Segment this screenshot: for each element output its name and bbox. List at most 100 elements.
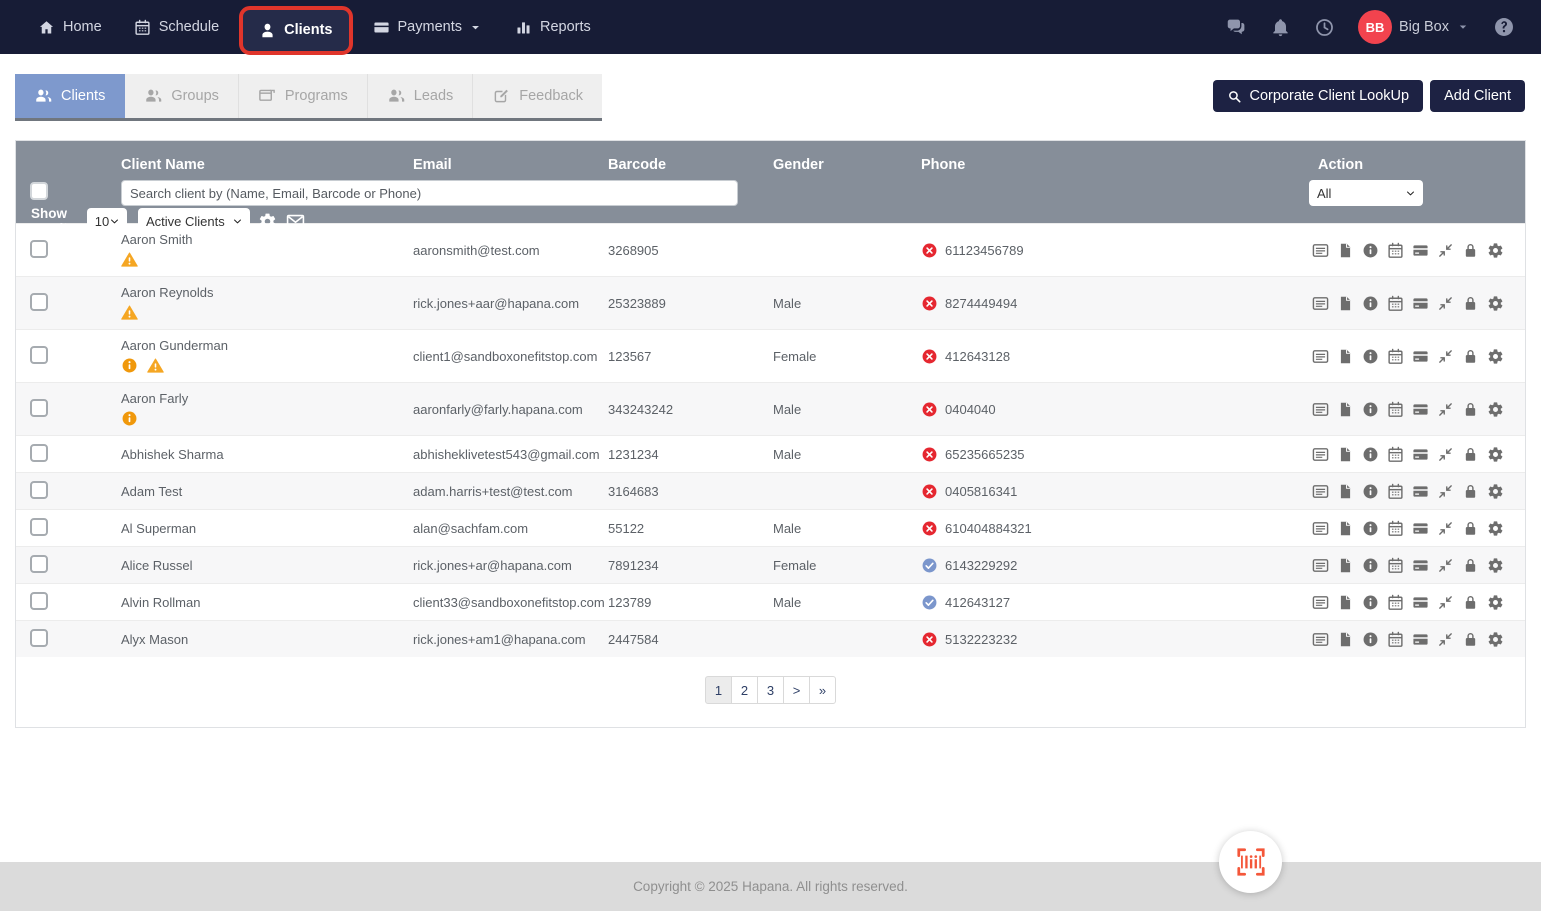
- barcode-scan-button[interactable]: [1219, 831, 1282, 893]
- row-checkbox[interactable]: [30, 629, 48, 647]
- info-icon[interactable]: [121, 357, 138, 374]
- merge-client-button[interactable]: [1437, 631, 1454, 648]
- lock-account-button[interactable]: [1462, 594, 1479, 611]
- client-info-button[interactable]: [1362, 631, 1379, 648]
- documents-button[interactable]: [1337, 295, 1354, 312]
- merge-client-button[interactable]: [1437, 242, 1454, 259]
- row-checkbox[interactable]: [30, 444, 48, 462]
- client-card-button[interactable]: [1312, 446, 1329, 463]
- schedule-button[interactable]: [1387, 446, 1404, 463]
- nav-item-payments[interactable]: Payments: [361, 11, 495, 44]
- avatar[interactable]: BB: [1358, 10, 1392, 44]
- warning-icon[interactable]: [121, 304, 138, 321]
- client-name[interactable]: Alvin Rollman: [121, 595, 413, 610]
- documents-button[interactable]: [1337, 557, 1354, 574]
- client-name[interactable]: Alice Russel: [121, 558, 413, 573]
- messages-icon[interactable]: [1226, 17, 1247, 38]
- corporate-client-lookup-button[interactable]: Corporate Client LookUp: [1213, 80, 1424, 112]
- schedule-button[interactable]: [1387, 631, 1404, 648]
- client-name[interactable]: Aaron Farly: [121, 391, 413, 406]
- payment-methods-button[interactable]: [1412, 446, 1429, 463]
- client-card-button[interactable]: [1312, 401, 1329, 418]
- client-settings-button[interactable]: [1487, 446, 1504, 463]
- schedule-button[interactable]: [1387, 557, 1404, 574]
- schedule-button[interactable]: [1387, 594, 1404, 611]
- lock-account-button[interactable]: [1462, 557, 1479, 574]
- last-page-button[interactable]: »: [809, 676, 836, 704]
- client-name[interactable]: Alyx Mason: [121, 632, 413, 647]
- row-checkbox[interactable]: [30, 346, 48, 364]
- client-info-button[interactable]: [1362, 446, 1379, 463]
- merge-client-button[interactable]: [1437, 446, 1454, 463]
- merge-client-button[interactable]: [1437, 520, 1454, 537]
- client-card-button[interactable]: [1312, 520, 1329, 537]
- row-checkbox[interactable]: [30, 293, 48, 311]
- client-name[interactable]: Al Superman: [121, 521, 413, 536]
- client-info-button[interactable]: [1362, 401, 1379, 418]
- documents-button[interactable]: [1337, 446, 1354, 463]
- merge-client-button[interactable]: [1437, 594, 1454, 611]
- lock-account-button[interactable]: [1462, 401, 1479, 418]
- history-icon[interactable]: [1314, 17, 1335, 38]
- client-settings-button[interactable]: [1487, 348, 1504, 365]
- payment-methods-button[interactable]: [1412, 242, 1429, 259]
- tab-groups[interactable]: Groups: [125, 74, 239, 118]
- row-checkbox[interactable]: [30, 555, 48, 573]
- client-card-button[interactable]: [1312, 295, 1329, 312]
- client-name[interactable]: Aaron Reynolds: [121, 285, 413, 300]
- info-icon[interactable]: [121, 410, 138, 427]
- payment-methods-button[interactable]: [1412, 631, 1429, 648]
- documents-button[interactable]: [1337, 520, 1354, 537]
- schedule-button[interactable]: [1387, 483, 1404, 500]
- client-search-input[interactable]: [121, 180, 738, 206]
- page-button-1[interactable]: 1: [705, 676, 732, 704]
- tab-feedback[interactable]: Feedback: [473, 74, 602, 118]
- tab-clients[interactable]: Clients: [15, 74, 125, 118]
- client-info-button[interactable]: [1362, 483, 1379, 500]
- client-info-button[interactable]: [1362, 242, 1379, 259]
- client-name[interactable]: Aaron Gunderman: [121, 338, 413, 353]
- client-name[interactable]: Aaron Smith: [121, 232, 413, 247]
- client-settings-button[interactable]: [1487, 295, 1504, 312]
- merge-client-button[interactable]: [1437, 295, 1454, 312]
- schedule-button[interactable]: [1387, 401, 1404, 418]
- client-card-button[interactable]: [1312, 348, 1329, 365]
- merge-client-button[interactable]: [1437, 557, 1454, 574]
- documents-button[interactable]: [1337, 242, 1354, 259]
- select-all-checkbox[interactable]: [30, 182, 48, 200]
- client-settings-button[interactable]: [1487, 557, 1504, 574]
- payment-methods-button[interactable]: [1412, 520, 1429, 537]
- schedule-button[interactable]: [1387, 242, 1404, 259]
- merge-client-button[interactable]: [1437, 483, 1454, 500]
- documents-button[interactable]: [1337, 401, 1354, 418]
- nav-item-reports[interactable]: Reports: [503, 11, 603, 44]
- lock-account-button[interactable]: [1462, 631, 1479, 648]
- lock-account-button[interactable]: [1462, 295, 1479, 312]
- nav-item-clients[interactable]: Clients: [239, 6, 352, 55]
- payment-methods-button[interactable]: [1412, 348, 1429, 365]
- client-card-button[interactable]: [1312, 631, 1329, 648]
- client-card-button[interactable]: [1312, 594, 1329, 611]
- client-name[interactable]: Adam Test: [121, 484, 413, 499]
- documents-button[interactable]: [1337, 594, 1354, 611]
- nav-item-home[interactable]: Home: [26, 11, 114, 44]
- nav-item-schedule[interactable]: Schedule: [122, 11, 231, 44]
- documents-button[interactable]: [1337, 631, 1354, 648]
- client-settings-button[interactable]: [1487, 520, 1504, 537]
- client-info-button[interactable]: [1362, 520, 1379, 537]
- merge-client-button[interactable]: [1437, 401, 1454, 418]
- documents-button[interactable]: [1337, 348, 1354, 365]
- client-info-button[interactable]: [1362, 594, 1379, 611]
- user-menu[interactable]: BB Big Box: [1358, 10, 1470, 44]
- page-button-3[interactable]: 3: [757, 676, 784, 704]
- row-checkbox[interactable]: [30, 481, 48, 499]
- row-checkbox[interactable]: [30, 240, 48, 258]
- add-client-button[interactable]: Add Client: [1430, 80, 1525, 112]
- schedule-button[interactable]: [1387, 295, 1404, 312]
- lock-account-button[interactable]: [1462, 348, 1479, 365]
- client-card-button[interactable]: [1312, 557, 1329, 574]
- client-name[interactable]: Abhishek Sharma: [121, 447, 413, 462]
- warning-icon[interactable]: [121, 251, 138, 268]
- client-settings-button[interactable]: [1487, 401, 1504, 418]
- row-checkbox[interactable]: [30, 399, 48, 417]
